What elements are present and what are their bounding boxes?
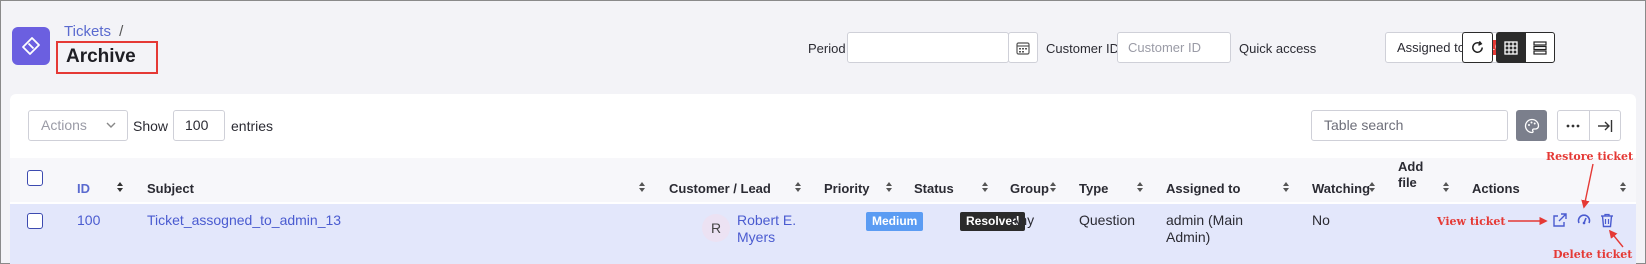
column-header-assigned-to[interactable]: Assigned to — [1166, 181, 1240, 196]
column-header-actions: Actions — [1472, 181, 1520, 196]
customer-id-label: Customer ID — [1046, 41, 1119, 56]
refresh-button[interactable] — [1462, 32, 1493, 63]
sort-icon[interactable] — [1049, 181, 1057, 193]
list-view-button[interactable] — [1525, 32, 1555, 63]
sort-icon[interactable] — [116, 181, 124, 193]
ellipsis-icon — [1566, 124, 1580, 127]
refresh-icon — [1472, 40, 1483, 53]
customer-name-line1: Robert E. — [737, 212, 797, 228]
restore-ticket-annotation: Restore ticket — [1546, 150, 1634, 163]
table-header — [10, 158, 1636, 202]
table-search-input[interactable]: Table search — [1311, 110, 1508, 141]
column-header-id[interactable]: ID — [77, 181, 90, 196]
grid-icon — [1504, 40, 1518, 55]
bulk-actions-label: Actions — [41, 117, 87, 133]
sort-icon[interactable] — [1442, 181, 1450, 193]
table-extra-buttons — [1557, 110, 1621, 141]
sort-icon[interactable] — [1282, 181, 1290, 193]
entries-label: entries — [231, 118, 274, 134]
sort-icon[interactable] — [794, 181, 802, 193]
bulk-actions-select[interactable]: Actions — [28, 110, 128, 141]
select-all-checkbox[interactable] — [27, 170, 43, 186]
chevron-down-icon — [106, 122, 116, 128]
customer-id-input[interactable]: Customer ID — [1117, 32, 1231, 63]
priority-badge: Medium — [866, 212, 924, 231]
ticket-subject-link[interactable]: Ticket_assogned_to_admin_13 — [147, 212, 341, 228]
type-cell: Question — [1079, 212, 1136, 228]
grid-view-button[interactable] — [1496, 32, 1526, 63]
entries-per-page-input[interactable]: 100 — [173, 110, 225, 141]
row-checkbox[interactable] — [27, 213, 43, 229]
breadcrumb-tickets-link[interactable]: Tickets — [64, 23, 111, 40]
watching-cell: No — [1312, 212, 1330, 228]
palette-icon — [1524, 118, 1539, 133]
view-ticket-annotation: View ticket — [1437, 215, 1506, 228]
export-button[interactable] — [1588, 111, 1621, 140]
column-color-button[interactable] — [1516, 110, 1547, 141]
ticket-icon — [12, 27, 50, 65]
sort-icon[interactable] — [1368, 181, 1376, 193]
sort-icon[interactable] — [885, 181, 893, 193]
assigned-to-cell: admin (Main Admin) — [1166, 212, 1243, 246]
sort-icon[interactable] — [638, 181, 646, 193]
ticket-id-link[interactable]: 100 — [77, 212, 100, 228]
column-header-status[interactable]: Status — [914, 181, 954, 196]
period-input[interactable] — [847, 32, 1009, 63]
sort-icon[interactable] — [981, 181, 989, 193]
column-header-add-file[interactable]: Add file — [1398, 159, 1432, 191]
list-icon — [1533, 40, 1547, 55]
column-header-customer[interactable]: Customer / Lead — [669, 181, 771, 196]
delete-ticket-annotation: Delete ticket — [1553, 248, 1633, 261]
breadcrumb: Tickets / — [64, 23, 123, 40]
assigned-line1: admin (Main — [1166, 212, 1244, 228]
column-header-priority[interactable]: Priority — [824, 181, 870, 196]
column-header-type[interactable]: Type — [1079, 181, 1108, 196]
customer-name-line2: Myers — [737, 229, 776, 245]
customer-link[interactable]: Robert E. Myers — [737, 212, 796, 246]
show-label: Show — [133, 118, 169, 134]
quick-access-label: Quick access — [1239, 41, 1317, 56]
breadcrumb-separator: / — [119, 23, 124, 40]
avatar: R — [702, 214, 730, 242]
period-label: Period — [808, 41, 846, 56]
arrow-right-to-line-icon — [1597, 119, 1612, 132]
column-header-subject[interactable]: Subject — [147, 181, 194, 196]
external-link-icon[interactable] — [1552, 212, 1568, 228]
calendar-button[interactable] — [1008, 32, 1038, 63]
group-cell: Any — [1010, 212, 1035, 228]
trash-icon[interactable] — [1599, 212, 1615, 228]
sort-icon[interactable] — [1619, 181, 1627, 193]
column-header-watching[interactable]: Watching — [1312, 181, 1370, 196]
assigned-line2: Admin) — [1166, 229, 1211, 245]
page-title: Archive — [56, 41, 158, 74]
more-options-button[interactable] — [1558, 111, 1589, 140]
sort-icon[interactable] — [1136, 181, 1144, 193]
column-header-group[interactable]: Group — [1010, 181, 1049, 196]
restore-icon[interactable] — [1576, 212, 1592, 228]
calendar-icon — [1016, 41, 1030, 55]
